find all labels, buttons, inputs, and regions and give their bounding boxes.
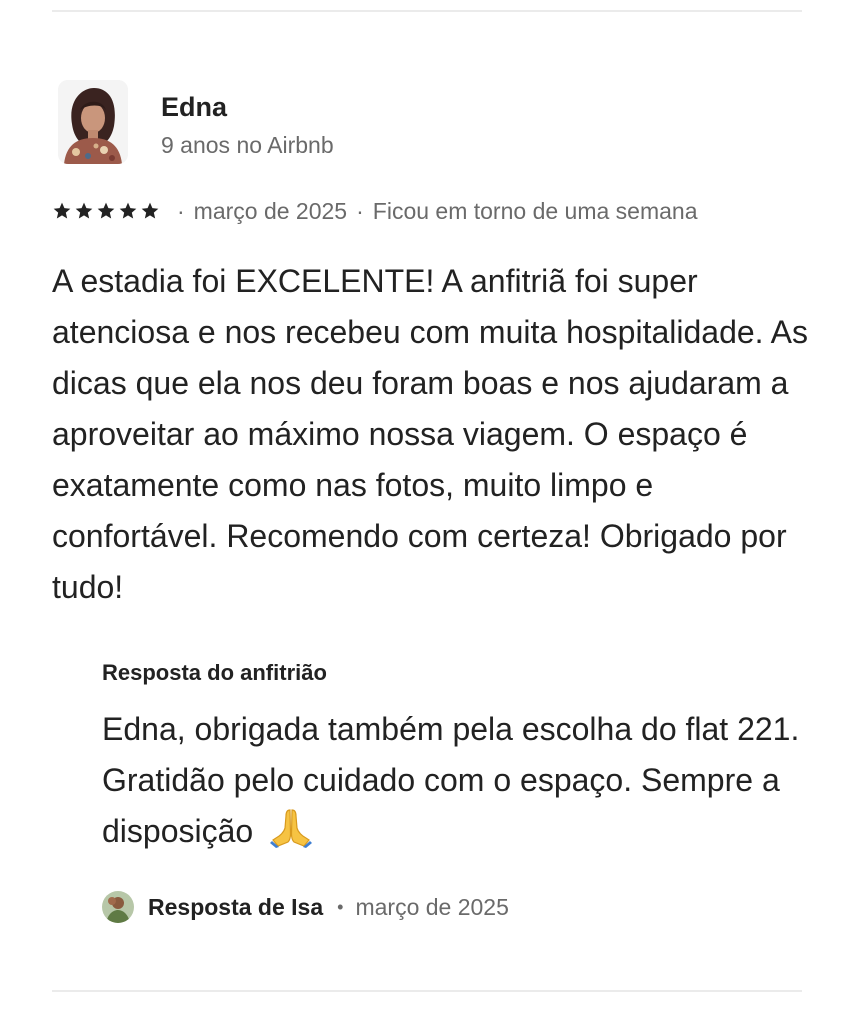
review-text: A estadia foi EXCELENTE! A anfitriã foi …	[52, 263, 809, 605]
rating-row: · março de 2025 · Ficou em torno de uma …	[52, 196, 698, 226]
reviewer-name[interactable]: Edna	[161, 92, 227, 123]
host-avatar[interactable]	[102, 891, 134, 923]
separator-dot: ·	[356, 197, 364, 224]
host-response-text: Edna, obrigada também pela escolha do fl…	[102, 711, 800, 849]
star-icon	[74, 201, 94, 221]
star-icon	[118, 201, 138, 221]
host-response-title: Resposta do anfitrião	[102, 660, 327, 685]
star-icon	[96, 201, 116, 221]
top-divider	[52, 10, 802, 12]
reviewer-header: Edna 9 anos no Airbnb	[52, 78, 652, 168]
separator-dot: ·	[177, 197, 185, 224]
host-response-date: março de 2025	[355, 893, 509, 920]
stay-length: Ficou em torno de uma semana	[372, 197, 698, 224]
bottom-divider	[52, 990, 802, 992]
host-response: Resposta do anfitrião Edna, obrigada tam…	[102, 660, 822, 863]
star-icon	[52, 201, 72, 221]
separator-dot: •	[337, 896, 344, 917]
star-rating	[52, 201, 160, 221]
host-response-body: Edna, obrigada também pela escolha do fl…	[102, 704, 822, 863]
star-icon	[140, 201, 160, 221]
reviewer-avatar[interactable]	[58, 80, 128, 164]
host-avatar-photo	[102, 891, 134, 923]
reviewer-tenure: 9 anos no Airbnb	[161, 132, 334, 158]
host-responder-label[interactable]: Resposta de Isa	[148, 894, 323, 921]
praying-hands-icon	[268, 806, 314, 863]
reviewer-avatar-photo	[58, 80, 128, 164]
review-date: março de 2025	[193, 197, 348, 224]
host-response-footer: Resposta de Isa • março de 2025	[102, 890, 509, 924]
